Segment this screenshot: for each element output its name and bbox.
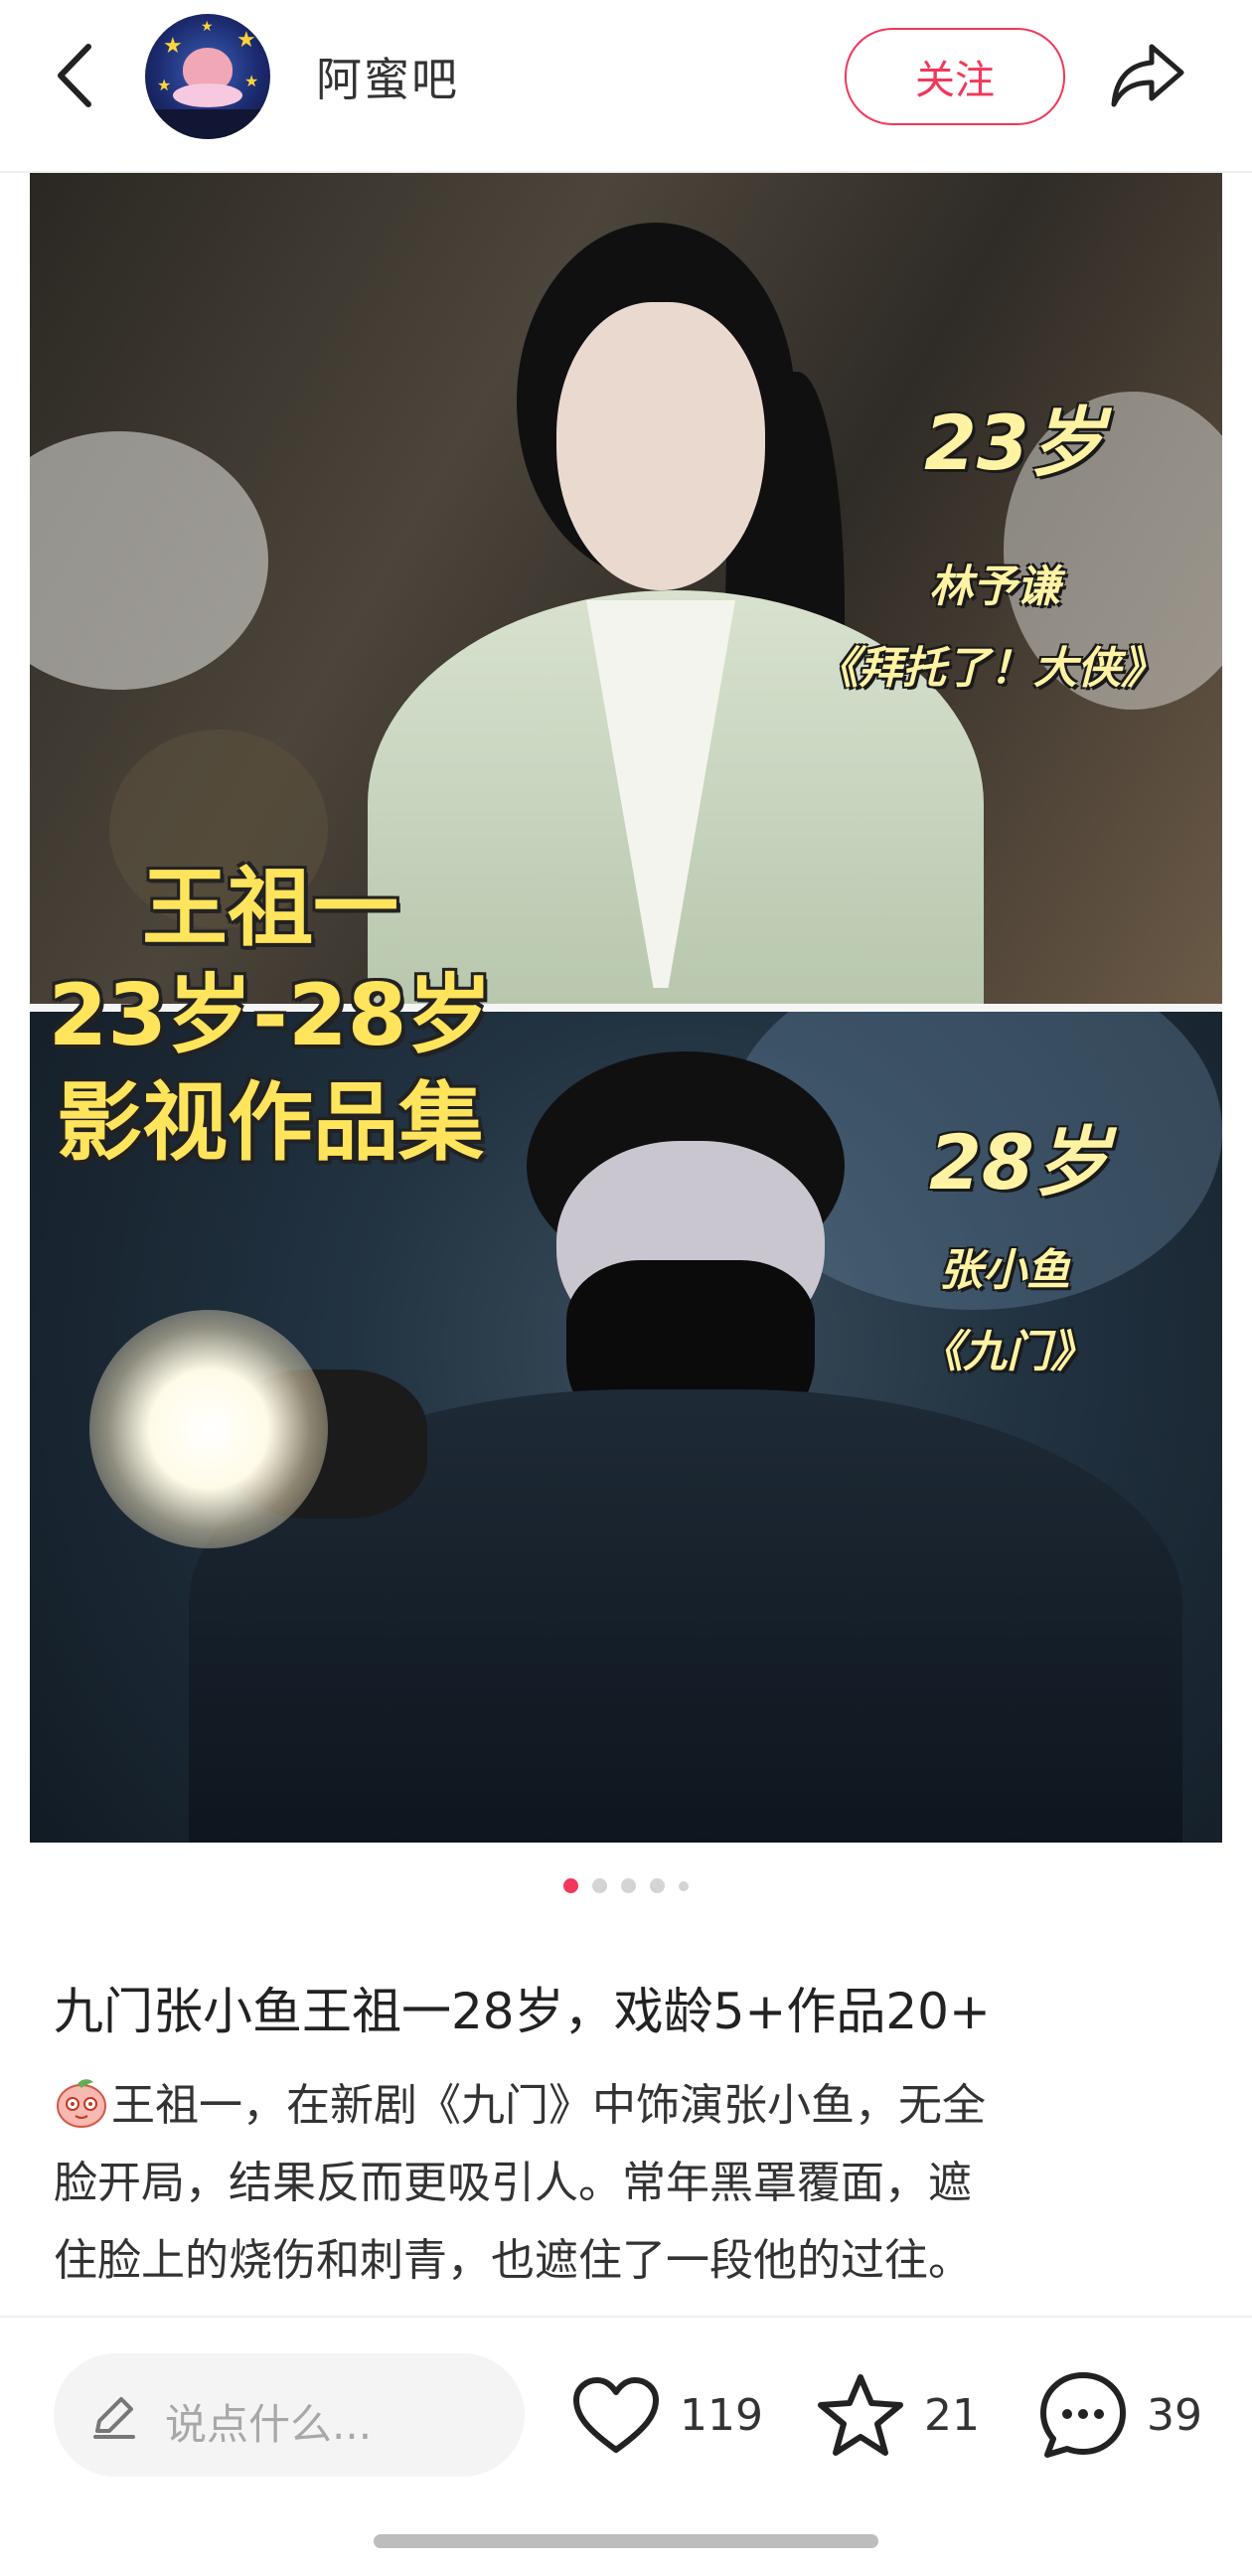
top-bar: ★ ★ ★ ★ ★ 阿蜜吧 关注 [0, 0, 1252, 173]
home-indicator[interactable] [374, 2534, 878, 2548]
post-body-line-2: 脸开局，结果反而更吸引人。常年黑罩覆面，遮 [54, 2158, 972, 2208]
carousel-pager [0, 1878, 1252, 1893]
main-title-line: 影视作品集 [57, 1073, 484, 1173]
share-arrow-icon [1111, 44, 1184, 107]
top-role-caption: 林予谦 [929, 562, 1060, 612]
peach-emoji-icon [57, 2079, 106, 2128]
top-age-caption: 23岁 [924, 399, 1105, 487]
pencil-icon [93, 2397, 135, 2439]
comments-button[interactable]: 39 [1037, 2367, 1202, 2463]
pager-dot[interactable] [679, 1880, 689, 1891]
bottom-role-caption: 张小鱼 [939, 1245, 1070, 1296]
back-button[interactable] [40, 36, 109, 115]
pager-dot-active[interactable] [563, 1878, 578, 1893]
pager-dot[interactable] [621, 1878, 636, 1893]
main-title-line: 王祖一 [142, 859, 398, 958]
pager-dot[interactable] [650, 1878, 665, 1893]
comment-placeholder: 说点什么... [165, 2400, 373, 2449]
like-count: 119 [680, 2389, 763, 2441]
bottom-work-caption: 《九门》 [919, 1327, 1094, 1377]
favorite-count: 21 [924, 2389, 980, 2441]
share-button[interactable] [1105, 36, 1190, 115]
avatar[interactable]: ★ ★ ★ ★ ★ [145, 14, 270, 139]
like-button[interactable]: 119 [570, 2367, 763, 2463]
main-overlay-title: 王祖一 23岁-28岁 影视作品集 [42, 855, 499, 1177]
pager-dot[interactable] [592, 1878, 607, 1893]
post-title: 九门张小鱼王祖一28岁，戏龄5+作品20+ [54, 1983, 991, 2040]
bottom-age-caption: 28岁 [929, 1118, 1110, 1207]
comment-count: 39 [1147, 2389, 1202, 2441]
heart-icon [573, 2377, 659, 2453]
blog-name[interactable]: 阿蜜吧 [316, 44, 459, 109]
comment-bubble-icon [1040, 2372, 1126, 2458]
post-image-carousel[interactable]: 23岁 林予谦 《拜托了！大侠》 28岁 张小鱼 《九门》 王祖一 23岁-28… [30, 173, 1222, 1843]
follow-button[interactable]: 关注 [845, 28, 1065, 125]
favorite-button[interactable]: 21 [815, 2367, 980, 2463]
post-body-line-3: 住脸上的烧伤和刺青，也遮住了一段他的过往。 [54, 2235, 972, 2286]
star-icon [818, 2374, 903, 2456]
chevron-left-icon [58, 44, 91, 107]
post-body-line-1: 王祖一，在新剧《九门》中饰演张小鱼，无全 [54, 2067, 1196, 2145]
comment-input[interactable]: 说点什么... [54, 2353, 525, 2477]
main-title-line: 23岁-28岁 [48, 966, 493, 1065]
top-work-caption: 《拜托了！大侠》 [815, 643, 1165, 694]
post-body[interactable]: 王祖一，在新剧《九门》中饰演张小鱼，无全 脸开局，结果反而更吸引人。常年黑罩覆面… [54, 2067, 1196, 2316]
